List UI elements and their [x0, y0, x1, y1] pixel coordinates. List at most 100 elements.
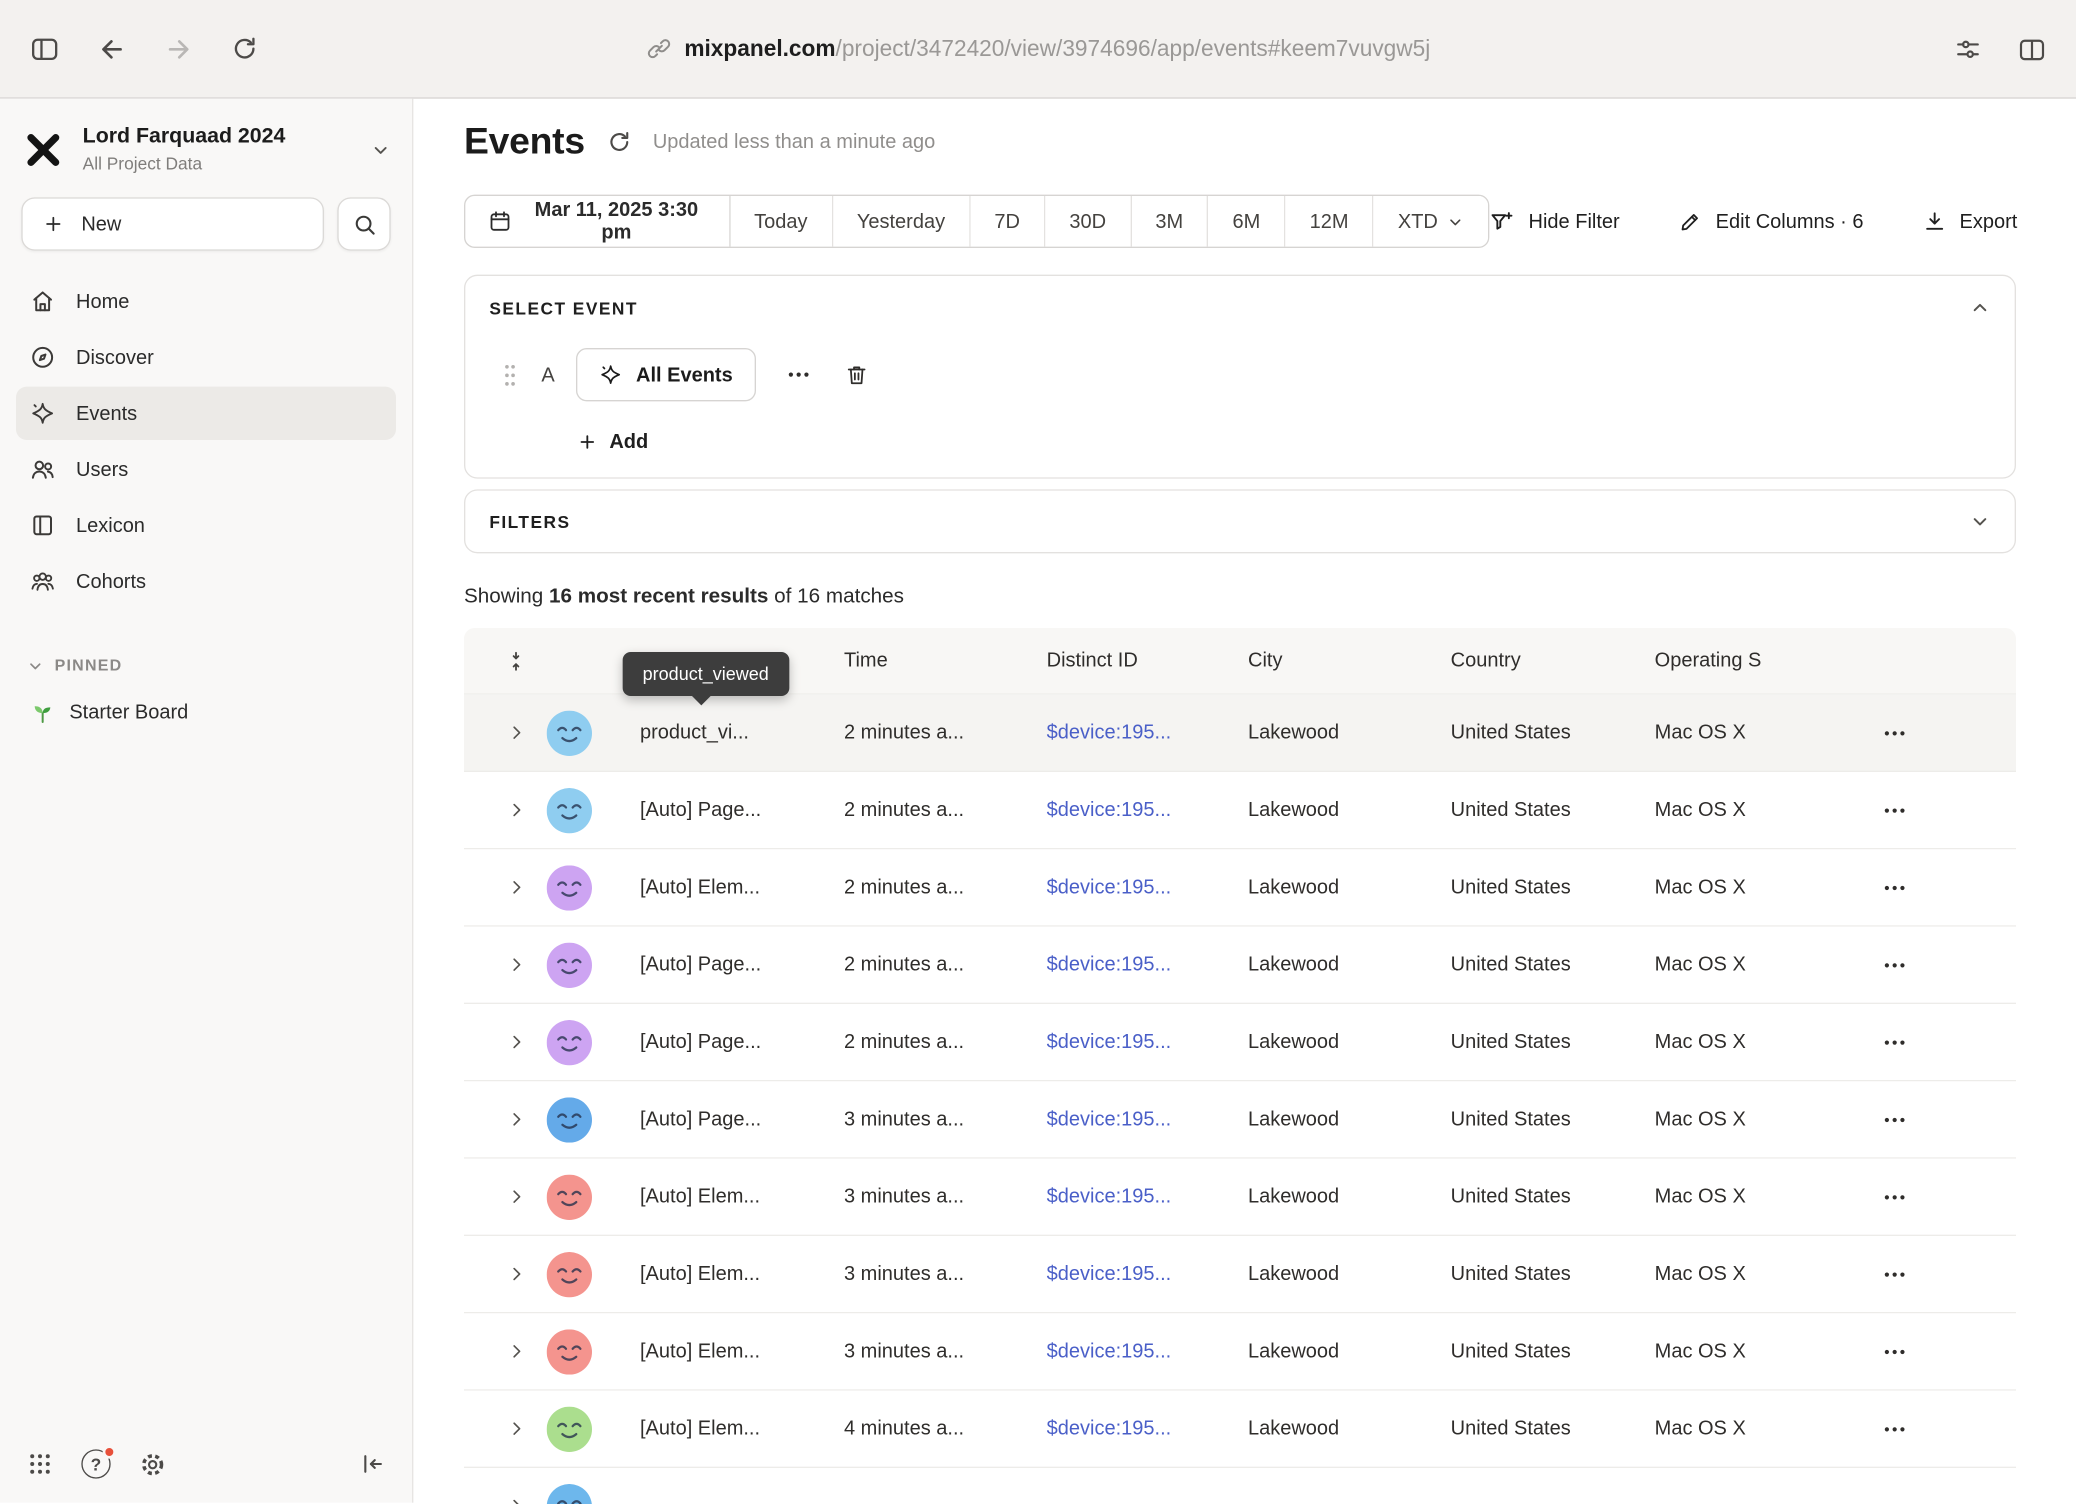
date-picker-button[interactable]: Mar 11, 2025 3:30 pm	[465, 196, 730, 247]
table-row[interactable]: [Auto] Elem... 3 minutes a... $device:19…	[464, 1313, 2016, 1390]
event-name[interactable]: [Auto] Elem...	[611, 876, 844, 899]
distinct-id-link[interactable]: $device:195...	[1047, 1185, 1248, 1208]
expand-row-icon[interactable]	[506, 1109, 526, 1129]
expand-row-icon[interactable]	[506, 1032, 526, 1052]
event-name[interactable]: [Auto] Elem...	[611, 1185, 844, 1208]
export-button[interactable]: Export	[1922, 209, 2017, 233]
expand-row-icon[interactable]	[506, 1419, 526, 1439]
range-yesterday[interactable]: Yesterday	[833, 196, 971, 247]
table-row[interactable]: [Auto] Page... 2 minutes a... $device:19…	[464, 1004, 2016, 1081]
collapse-all-rows-icon[interactable]	[504, 649, 528, 673]
column-header-country[interactable]: Country	[1451, 649, 1655, 672]
expand-row-icon[interactable]	[506, 723, 526, 743]
expand-panel-icon[interactable]	[1969, 511, 1990, 532]
browser-url-bar[interactable]: mixpanel.com/project/3472420/view/397469…	[646, 35, 1431, 62]
delete-event-icon[interactable]	[843, 362, 868, 387]
table-row[interactable]: [Auto] Elem... 3 minutes a... $device:19…	[464, 1236, 2016, 1313]
table-row[interactable]: [Auto] Page... 3 minutes a... $device:19…	[464, 1081, 2016, 1158]
event-selector-button[interactable]: All Events	[576, 348, 755, 401]
table-row[interactable]: [Auto] Page... 2 minutes a... $device:19…	[464, 927, 2016, 1004]
column-header-os[interactable]: Operating S	[1655, 649, 1795, 672]
sidebar-item-lexicon[interactable]: Lexicon	[16, 499, 396, 552]
settings-gear-icon[interactable]	[139, 1450, 167, 1478]
distinct-id-link[interactable]: $device:195...	[1047, 1108, 1248, 1131]
table-row[interactable]: [Auto] Elem... 3 minutes a... $device:19…	[464, 1159, 2016, 1236]
distinct-id-link[interactable]: $device:195...	[1047, 1417, 1248, 1440]
range-today[interactable]: Today	[730, 196, 833, 247]
row-options-icon[interactable]	[1881, 1415, 1908, 1442]
event-name[interactable]: [Auto] Elem...	[611, 1417, 844, 1440]
expand-row-icon[interactable]	[506, 1264, 526, 1284]
table-row[interactable]: [Auto] Page... 2 minutes a... $device:19…	[464, 772, 2016, 849]
expand-row-icon[interactable]	[506, 955, 526, 975]
search-button[interactable]	[337, 197, 390, 250]
distinct-id-link[interactable]: $device:195...	[1047, 1340, 1248, 1363]
sidebar-item-users[interactable]: Users	[16, 443, 396, 496]
row-options-icon[interactable]	[1881, 1029, 1908, 1056]
sidebar-item-discover[interactable]: Discover	[16, 331, 396, 384]
event-name[interactable]: [Auto] Page...	[611, 1031, 844, 1054]
column-header-time[interactable]: Time	[844, 649, 1047, 672]
table-row[interactable]: [Auto] Elem... 2 minutes a... $device:19…	[464, 849, 2016, 926]
row-options-icon[interactable]	[1881, 874, 1908, 901]
event-options-icon[interactable]	[785, 361, 812, 388]
edit-columns-button[interactable]: Edit Columns · 6	[1678, 209, 1863, 233]
row-options-icon[interactable]	[1881, 951, 1908, 978]
help-icon[interactable]: ?	[81, 1449, 110, 1478]
sidebar-item-home[interactable]: Home	[16, 275, 396, 328]
hide-filter-button[interactable]: Hide Filter	[1490, 209, 1620, 234]
row-options-icon[interactable]	[1881, 719, 1908, 746]
row-options-icon[interactable]	[1881, 1338, 1908, 1365]
range-12m[interactable]: 12M	[1286, 196, 1374, 247]
expand-row-icon[interactable]	[506, 800, 526, 820]
browser-forward-icon[interactable]	[164, 34, 193, 63]
refresh-icon[interactable]	[606, 129, 631, 154]
event-name[interactable]: [Auto] Page...	[611, 1108, 844, 1131]
table-row[interactable]: [Auto] Elem... 4 minutes a... $device:19…	[464, 1391, 2016, 1468]
browser-sidebar-toggle-icon[interactable]	[29, 33, 60, 64]
range-7d[interactable]: 7D	[970, 196, 1045, 247]
row-options-icon[interactable]	[1881, 1183, 1908, 1210]
browser-page-settings-icon[interactable]	[1953, 34, 1982, 63]
row-options-icon[interactable]	[1881, 1261, 1908, 1288]
sidebar-item-events[interactable]: Events	[16, 387, 396, 440]
browser-split-view-icon[interactable]	[2017, 34, 2046, 63]
event-name[interactable]: [Auto] Elem...	[611, 1340, 844, 1363]
distinct-id-link[interactable]: $device:195...	[1047, 1031, 1248, 1054]
sidebar-item-cohorts[interactable]: Cohorts	[16, 555, 396, 608]
pinned-section-toggle[interactable]: PINNED	[0, 656, 412, 675]
column-header-city[interactable]: City	[1248, 649, 1451, 672]
range-3m[interactable]: 3M	[1131, 196, 1208, 247]
row-options-icon[interactable]	[1881, 797, 1908, 824]
distinct-id-link[interactable]: $device:195...	[1047, 799, 1248, 822]
expand-row-icon[interactable]	[506, 1187, 526, 1207]
event-name[interactable]: [Auto] Page...	[611, 799, 844, 822]
event-name[interactable]: product_vi...	[611, 721, 844, 744]
distinct-id-link[interactable]: $device:195...	[1047, 953, 1248, 976]
browser-reload-icon[interactable]	[231, 35, 259, 63]
column-header-distinct-id[interactable]: Distinct ID	[1047, 649, 1248, 672]
table-row[interactable]	[464, 1468, 2016, 1504]
collapse-panel-icon[interactable]	[1969, 297, 1990, 318]
add-event-button[interactable]: Add	[577, 431, 648, 454]
table-row[interactable]: product_vi... 2 minutes a... $device:195…	[464, 695, 2016, 772]
distinct-id-link[interactable]: $device:195...	[1047, 1263, 1248, 1286]
drag-handle-icon[interactable]	[503, 361, 518, 389]
expand-row-icon[interactable]	[506, 1496, 526, 1504]
event-name[interactable]: [Auto] Page...	[611, 953, 844, 976]
event-name[interactable]: [Auto] Elem...	[611, 1263, 844, 1286]
distinct-id-link[interactable]: $device:195...	[1047, 876, 1248, 899]
distinct-id-link[interactable]: $device:195...	[1047, 721, 1248, 744]
row-options-icon[interactable]	[1881, 1493, 1908, 1504]
range-xtd[interactable]: XTD	[1374, 196, 1489, 247]
expand-row-icon[interactable]	[506, 1341, 526, 1361]
project-switcher[interactable]: Lord Farquaad 2024 All Project Data	[0, 99, 412, 184]
sidebar-item-starter-board[interactable]: Starter Board	[0, 699, 412, 726]
expand-row-icon[interactable]	[506, 877, 526, 897]
apps-grid-icon[interactable]	[27, 1451, 54, 1478]
range-30d[interactable]: 30D	[1045, 196, 1131, 247]
collapse-sidebar-icon[interactable]	[359, 1451, 386, 1478]
browser-back-icon[interactable]	[97, 34, 126, 63]
range-6m[interactable]: 6M	[1208, 196, 1285, 247]
new-button[interactable]: New	[21, 197, 324, 250]
